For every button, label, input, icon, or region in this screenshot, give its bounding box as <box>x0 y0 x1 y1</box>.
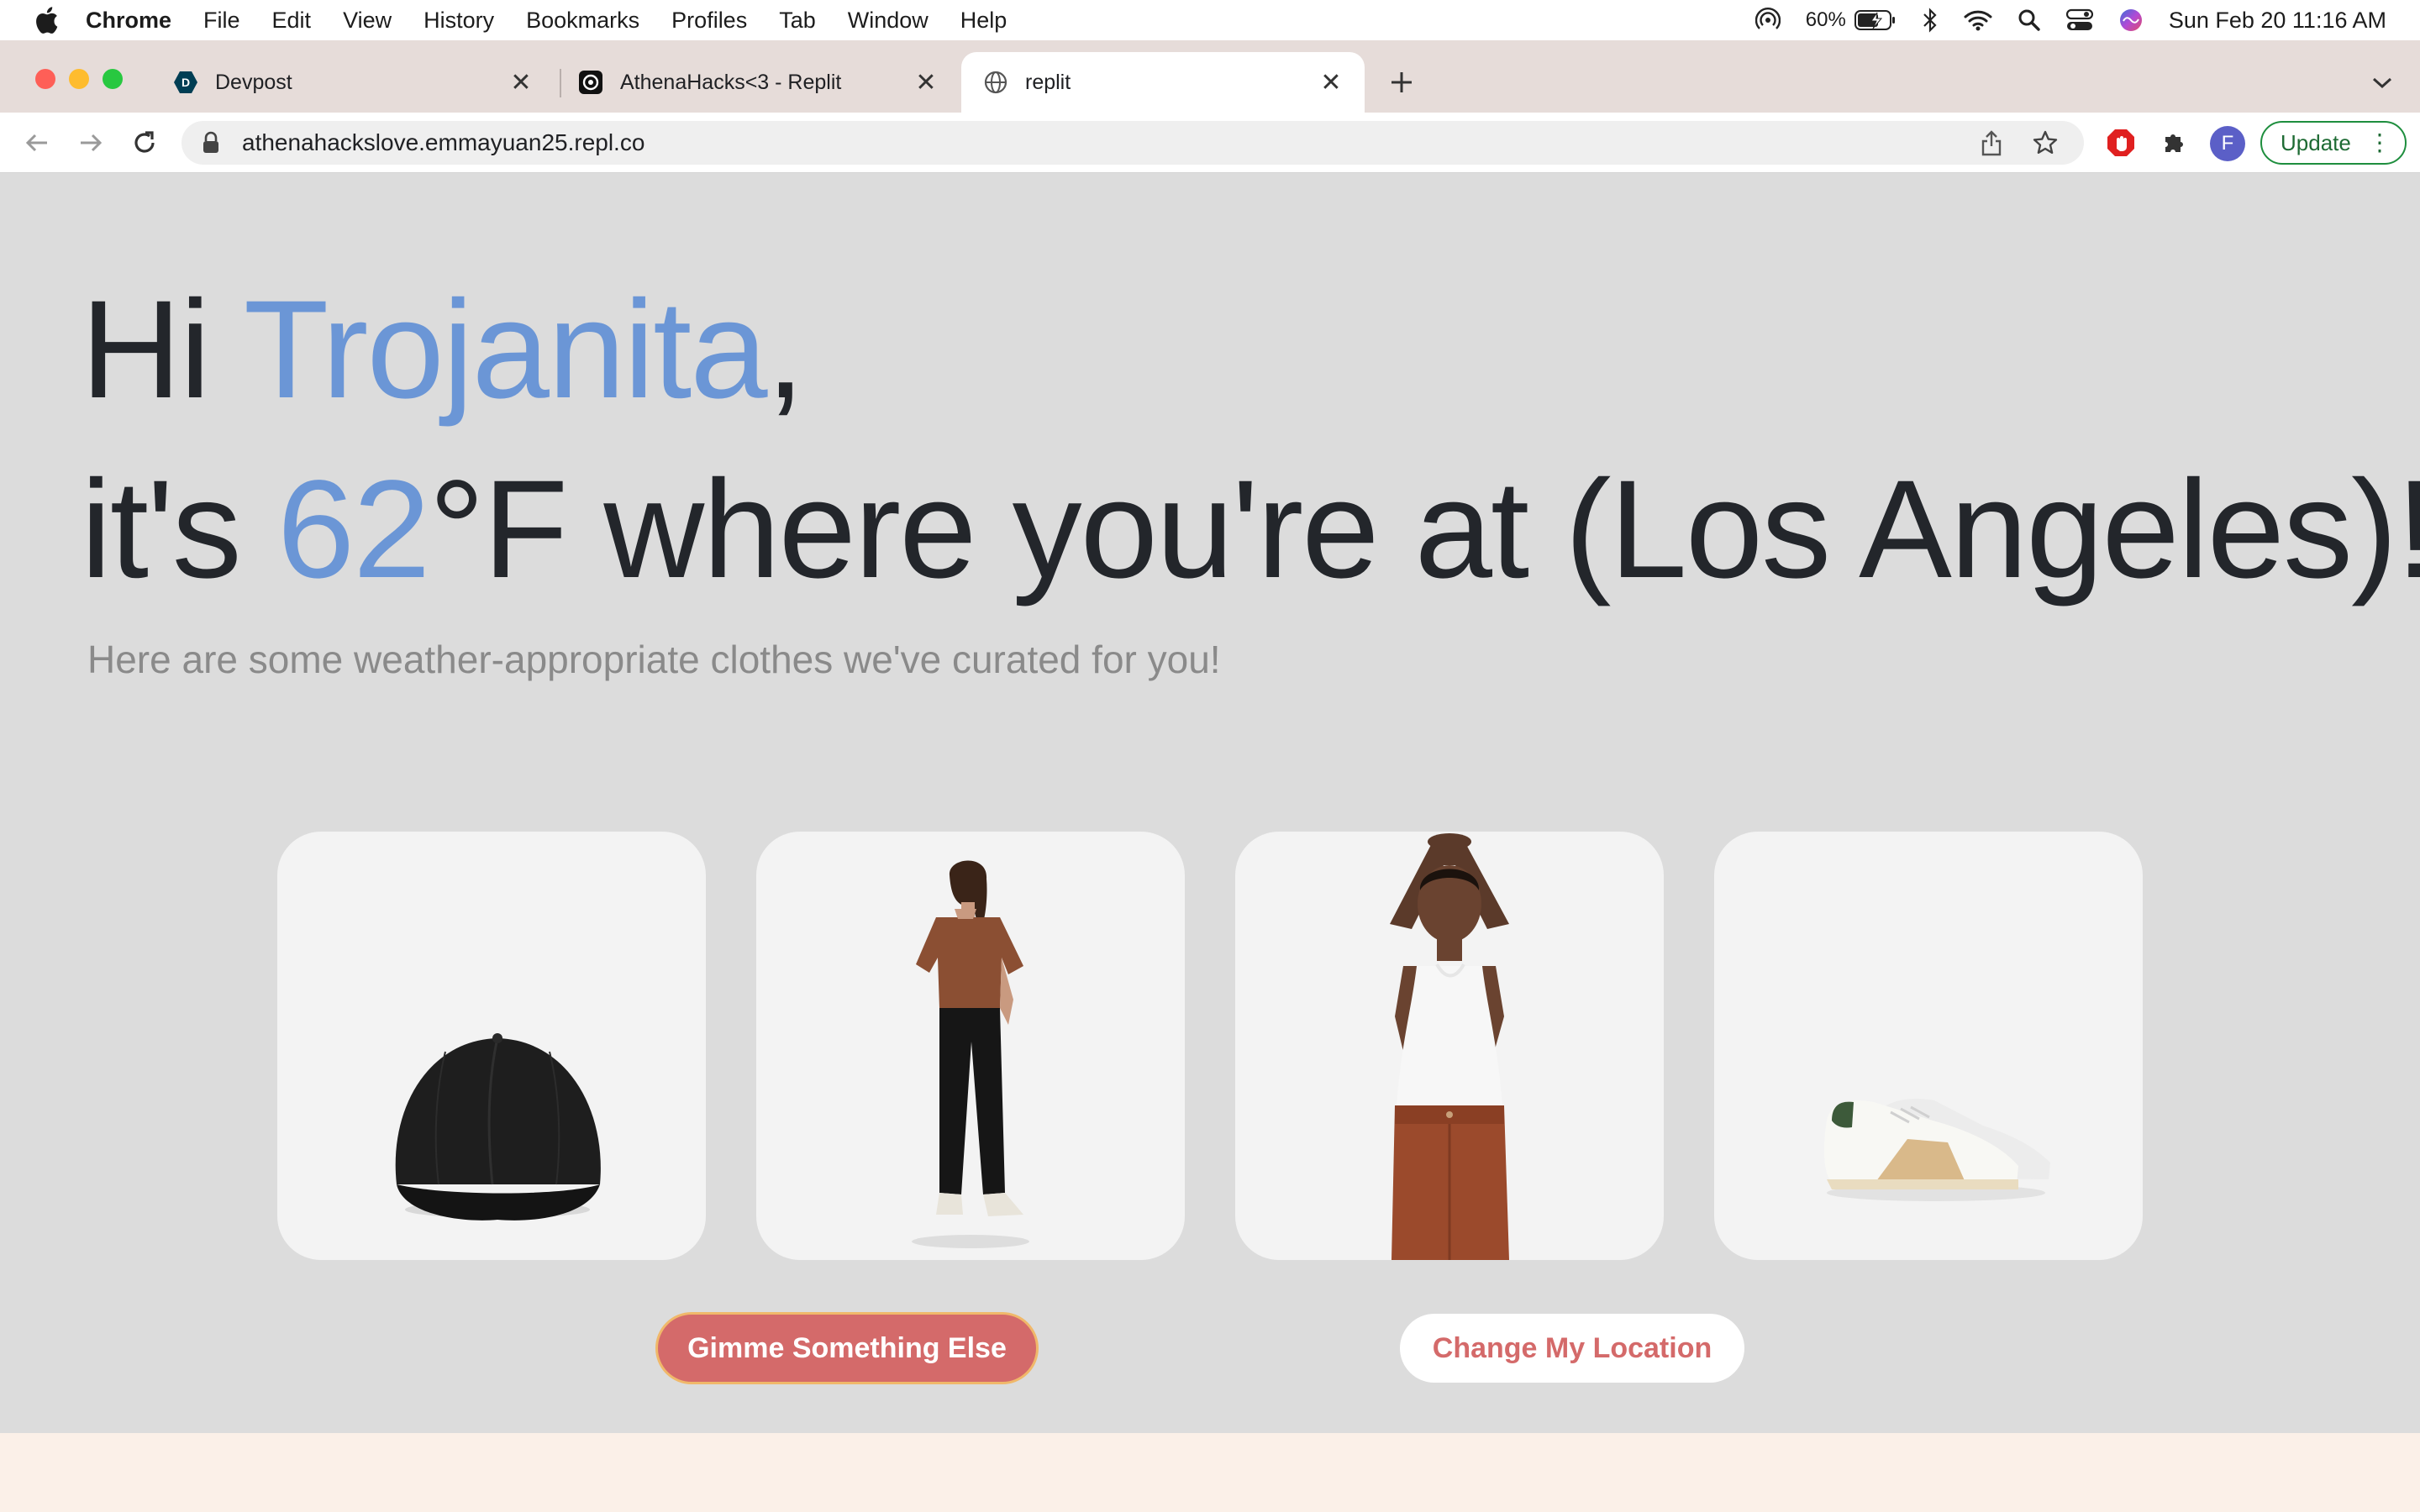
subtitle: Here are some weather-appropriate clothe… <box>87 638 1221 681</box>
temp-suffix: °F where you're at (Los Angeles)! <box>429 452 2420 607</box>
menu-file[interactable]: File <box>203 8 240 34</box>
extensions-puzzle-icon[interactable] <box>2158 126 2191 160</box>
greeting-heading: Hi Trojanita, <box>81 270 805 430</box>
update-button[interactable]: Update ⋮ <box>2260 121 2407 165</box>
url-text[interactable]: athenahackslove.emmayuan25.repl.co <box>242 129 1976 156</box>
reload-icon[interactable] <box>128 126 161 160</box>
menu-help[interactable]: Help <box>960 8 1007 34</box>
wifi-icon[interactable] <box>1964 9 1992 31</box>
temp-prefix: it's <box>81 452 277 607</box>
tab-devpost[interactable]: D Devpost ✕ <box>151 52 555 113</box>
product-card-tee-outfit[interactable] <box>756 832 1185 1260</box>
black-cap-image <box>395 1033 601 1221</box>
close-window-button[interactable] <box>35 69 55 89</box>
window-controls <box>35 69 123 89</box>
minimize-window-button[interactable] <box>69 69 89 89</box>
product-grid <box>277 832 2143 1260</box>
temperature-value: 62 <box>276 452 431 607</box>
battery-icon[interactable] <box>1854 9 1897 31</box>
white-tank-rust-pants-image <box>1390 833 1509 1260</box>
greeting-suffix: , <box>765 272 805 428</box>
devpost-icon: D <box>173 70 198 95</box>
chevron-down-icon[interactable] <box>2370 71 2395 96</box>
menu-bookmarks[interactable]: Bookmarks <box>526 8 639 34</box>
product-card-sneakers[interactable] <box>1714 832 2143 1260</box>
share-icon[interactable] <box>1976 128 2007 158</box>
menu-edit[interactable]: Edit <box>272 8 312 34</box>
adblock-extension-icon[interactable] <box>2104 126 2138 160</box>
tab-title: replit <box>1025 70 1071 94</box>
new-tab-plus-icon[interactable] <box>1385 66 1418 99</box>
weather-heading: it's 62°F where you're at (Los Angeles)! <box>81 450 2420 610</box>
address-bar[interactable]: athenahackslove.emmayuan25.repl.co <box>182 121 2084 165</box>
greeting-prefix: Hi <box>81 272 244 428</box>
more-menu-icon[interactable]: ⋮ <box>2368 131 2391 155</box>
change-location-button[interactable]: Change My Location <box>1400 1314 1744 1383</box>
bluetooth-icon[interactable] <box>1922 8 1939 33</box>
close-tab-icon[interactable]: ✕ <box>509 69 533 97</box>
siri-icon[interactable] <box>2118 8 2144 33</box>
forward-arrow-icon[interactable] <box>74 126 108 160</box>
battery-percent: 60% <box>1805 8 1846 31</box>
product-card-cap[interactable] <box>277 832 706 1260</box>
menu-app-name[interactable]: Chrome <box>86 8 171 34</box>
menu-tab[interactable]: Tab <box>779 8 816 34</box>
profile-avatar[interactable]: F <box>2210 126 2245 161</box>
lock-icon[interactable] <box>202 131 224 155</box>
spotlight-search-icon[interactable] <box>2018 8 2041 32</box>
product-card-tank-outfit[interactable] <box>1235 832 1664 1260</box>
menu-window[interactable]: Window <box>848 8 929 34</box>
airdrop-icon[interactable] <box>1754 8 1781 33</box>
replit-icon <box>578 70 603 95</box>
bookmark-star-icon[interactable] <box>2030 128 2060 158</box>
apple-logo-icon[interactable] <box>34 6 60 34</box>
close-tab-icon[interactable]: ✕ <box>914 69 938 97</box>
menu-view[interactable]: View <box>343 8 392 34</box>
control-center-icon[interactable] <box>2065 8 2093 32</box>
tab-title: Devpost <box>215 70 292 94</box>
web-page: Hi Trojanita, it's 62°F where you're at … <box>0 173 2420 1433</box>
tab-replit-project[interactable]: AthenaHacks<3 - Replit ✕ <box>556 52 960 113</box>
menu-profiles[interactable]: Profiles <box>671 8 747 34</box>
update-label: Update <box>2281 129 2351 155</box>
tab-replit-active[interactable]: replit ✕ <box>961 52 1365 113</box>
menu-clock[interactable]: Sun Feb 20 11:16 AM <box>2169 8 2386 34</box>
globe-icon <box>983 70 1008 95</box>
white-sneakers-image <box>1823 1099 2050 1201</box>
menu-history[interactable]: History <box>424 8 494 34</box>
maximize-window-button[interactable] <box>103 69 123 89</box>
tab-title: AthenaHacks<3 - Replit <box>620 70 842 94</box>
gimme-something-else-button[interactable]: Gimme Something Else <box>655 1312 1039 1384</box>
page-footer-band <box>0 1433 2420 1512</box>
svg-text:D: D <box>182 76 190 89</box>
close-tab-icon[interactable]: ✕ <box>1319 69 1343 97</box>
user-name: Trojanita <box>243 272 768 428</box>
status-area: 60% Sun Feb 20 11:16 AM <box>1754 8 2386 34</box>
brown-tee-black-pants-image <box>912 860 1029 1248</box>
macos-menu-bar: Chrome File Edit View History Bookmarks … <box>0 0 2420 40</box>
back-arrow-icon[interactable] <box>20 126 54 160</box>
